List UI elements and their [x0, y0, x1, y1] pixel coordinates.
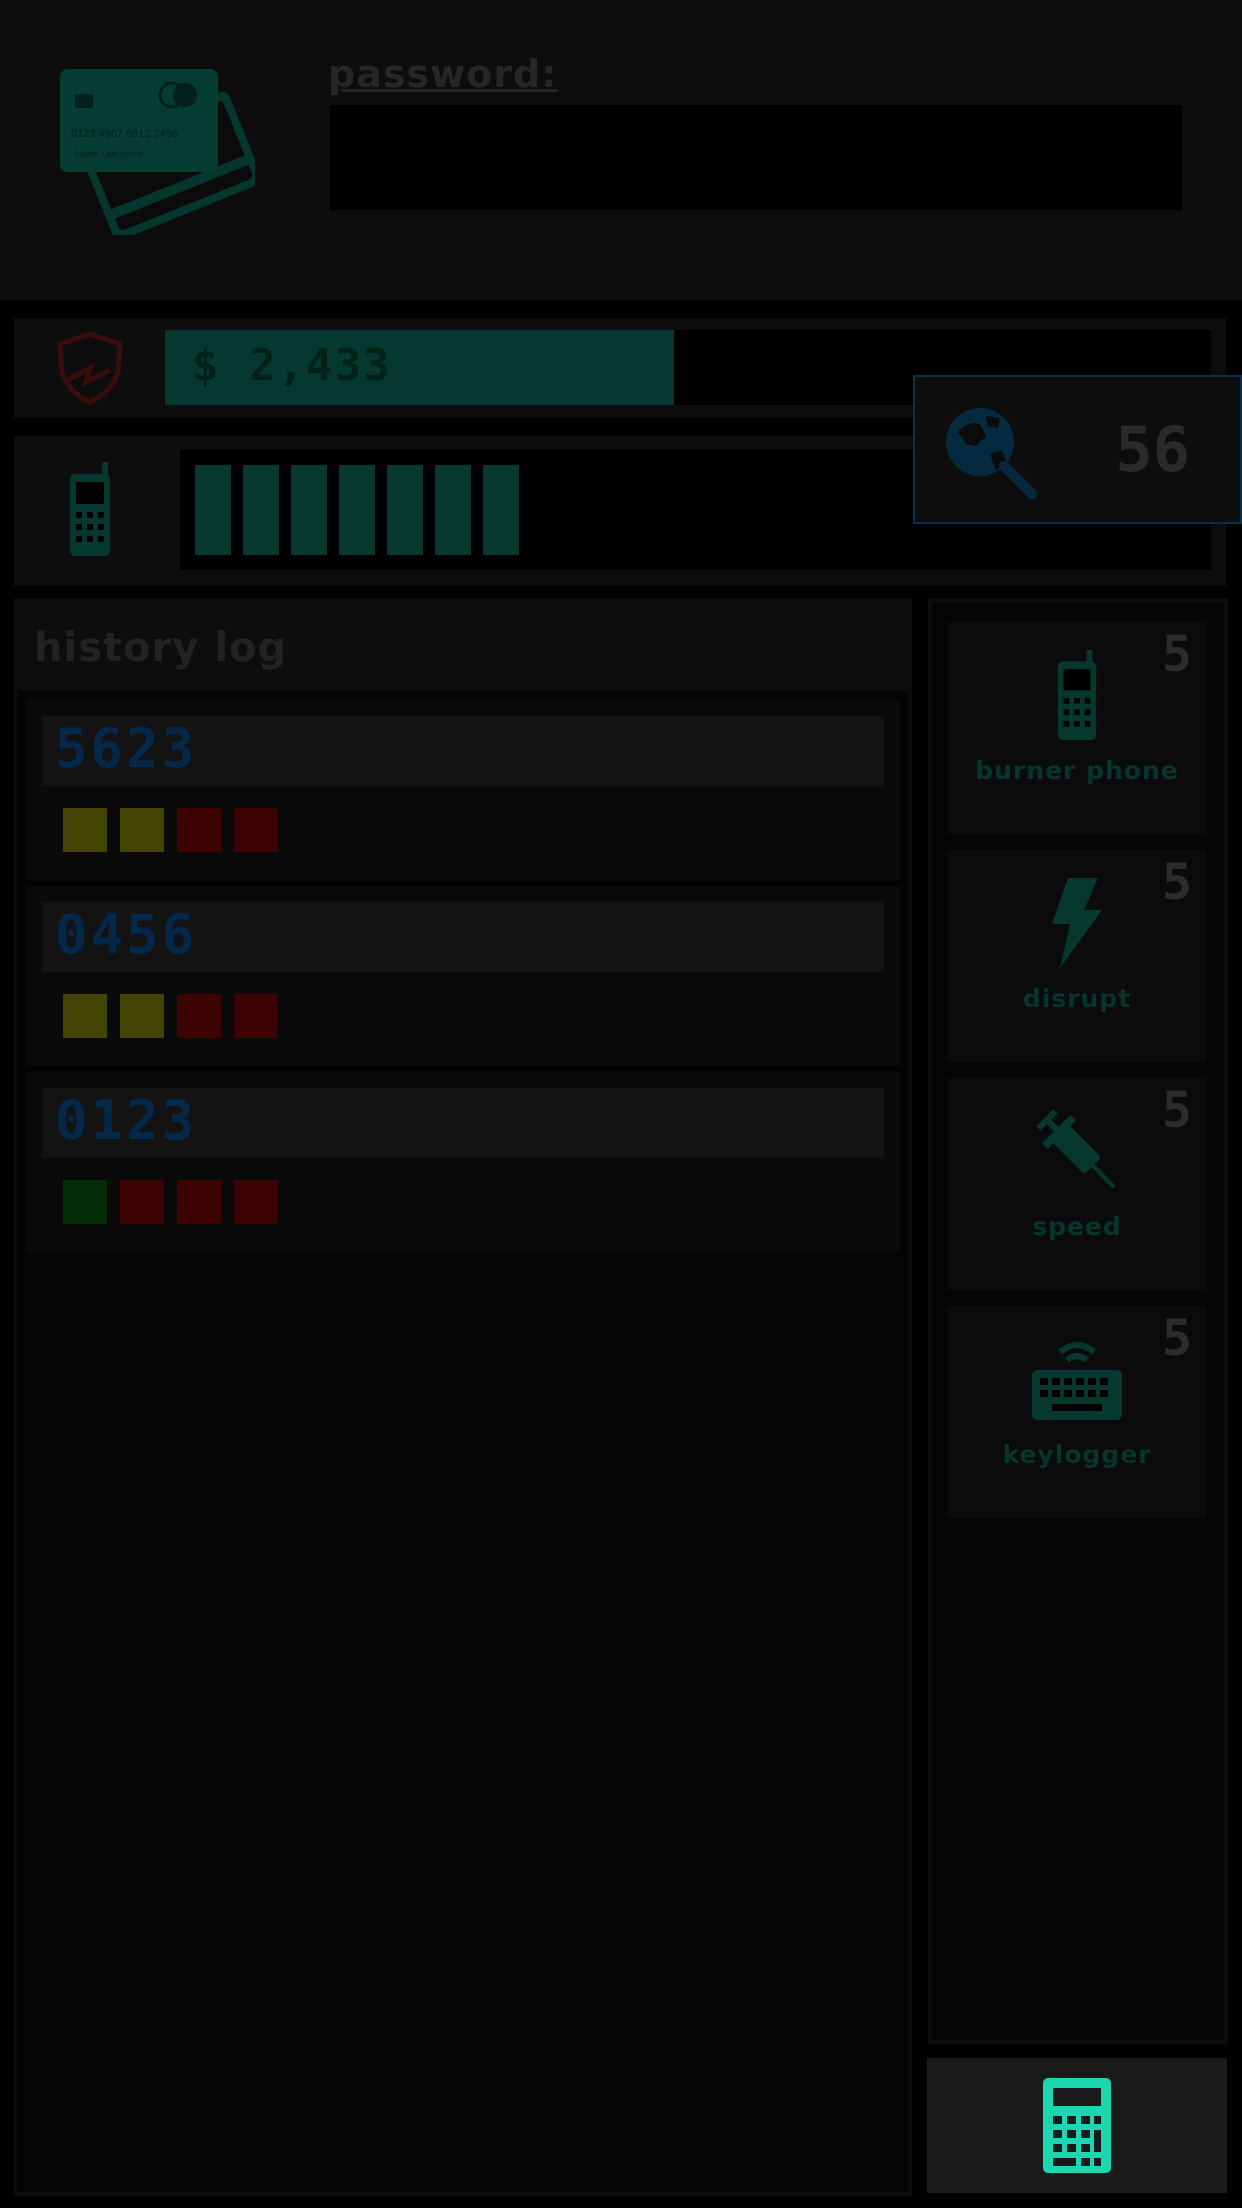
result-pip-green [63, 1180, 107, 1224]
item-count: 5 [1161, 853, 1192, 911]
result-pip-yellow [120, 994, 164, 1038]
calculator-icon [1043, 2078, 1111, 2173]
result-pip-red [177, 808, 221, 852]
item-label: speed [1032, 1212, 1122, 1241]
money-amount: $ 2,433 [192, 340, 392, 391]
result-pip-red [234, 808, 278, 852]
search-count: 56 [1115, 413, 1190, 486]
result-pip-red [234, 994, 278, 1038]
item-count: 5 [1161, 625, 1192, 683]
history-entry-code: 0456 [55, 903, 198, 966]
signal-bar [195, 465, 231, 555]
globe-search-icon [946, 408, 1037, 499]
keyboard-icon [1032, 1342, 1122, 1420]
shield-icon [57, 331, 123, 405]
item-label: burner phone [975, 756, 1179, 785]
password-field[interactable] [330, 105, 1182, 210]
item-count: 5 [1161, 1309, 1192, 1367]
history-entry-code: 0123 [55, 1089, 198, 1152]
phone-icon [70, 462, 110, 556]
svg-text:0123 4567 8912 3456: 0123 4567 8912 3456 [71, 128, 178, 140]
lightning-icon [1052, 878, 1102, 968]
result-pip-red [234, 1180, 278, 1224]
signal-bar [435, 465, 471, 555]
signal-bar [243, 465, 279, 555]
password-label: password: [328, 52, 558, 96]
history-log-title: history log [34, 625, 288, 671]
result-pip-red [120, 1180, 164, 1224]
phone-icon [1057, 650, 1097, 741]
syringe-icon [1036, 1109, 1116, 1189]
credit-card-icon: 0123 4567 8912 3456 Name Last name [60, 69, 255, 235]
result-pip-red [177, 994, 221, 1038]
svg-text:Name Last name: Name Last name [75, 149, 144, 159]
signal-bar [387, 465, 423, 555]
signal-bar [291, 465, 327, 555]
result-pip-red [177, 1180, 221, 1224]
signal-bar [339, 465, 375, 555]
result-pip-yellow [63, 994, 107, 1038]
item-count: 5 [1161, 1081, 1192, 1139]
item-label: keylogger [1002, 1440, 1152, 1469]
item-label: disrupt [1022, 984, 1132, 1013]
history-entry-code: 5623 [55, 717, 198, 780]
result-pip-yellow [63, 808, 107, 852]
result-pip-yellow [120, 808, 164, 852]
signal-bar [483, 465, 519, 555]
